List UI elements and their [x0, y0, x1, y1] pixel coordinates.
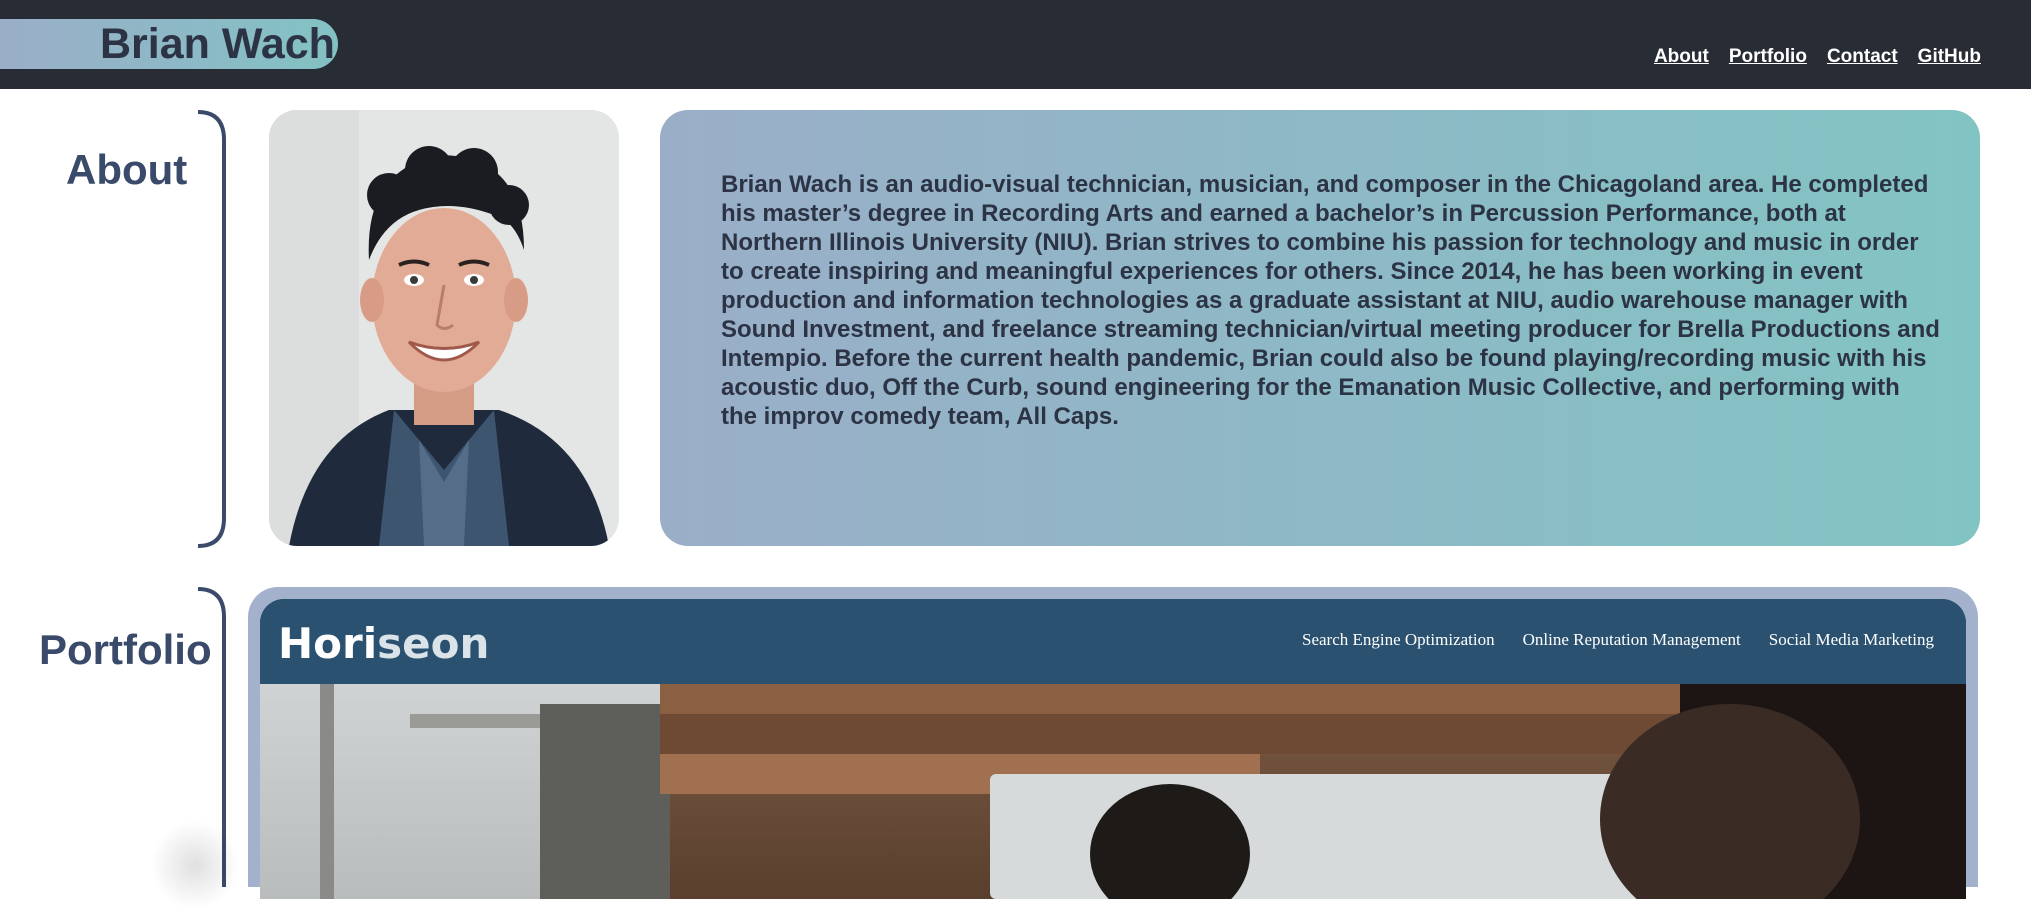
about-section-title: About	[66, 146, 188, 193]
project-nav-seo[interactable]: Search Engine Optimization	[1302, 630, 1495, 650]
project-hero-image	[260, 684, 1966, 899]
project-header-bar: Horiseon Search Engine Optimization Onli…	[260, 599, 1966, 684]
profile-photo	[269, 110, 619, 546]
decorative-glow	[150, 820, 240, 910]
site-header: Brian Wach About Portfolio Contact GitHu…	[0, 0, 2031, 89]
site-logo-text: Brian Wach	[100, 20, 335, 68]
portfolio-project-card[interactable]: Horiseon Search Engine Optimization Onli…	[248, 587, 1978, 899]
portfolio-section-title: Portfolio	[39, 626, 212, 673]
nav-link-portfolio[interactable]: Portfolio	[1729, 46, 1807, 68]
main-nav: About Portfolio Contact GitHub	[1654, 46, 1981, 68]
nav-link-about[interactable]: About	[1654, 46, 1709, 68]
project-brand-part-2: seon	[377, 619, 490, 668]
logo-banner[interactable]: Brian Wach	[0, 19, 338, 69]
project-brand-part-1: Hori	[278, 619, 378, 668]
project-brand-logo: Horiseon	[278, 619, 489, 668]
nav-link-github[interactable]: GitHub	[1918, 46, 1981, 68]
about-bracket-divider	[197, 110, 226, 548]
project-nav-reputation[interactable]: Online Reputation Management	[1523, 630, 1741, 650]
nav-link-contact[interactable]: Contact	[1827, 46, 1898, 68]
project-screenshot[interactable]: Horiseon Search Engine Optimization Onli…	[260, 599, 1966, 899]
about-bio-text: Brian Wach is an audio-visual technician…	[721, 171, 1940, 430]
project-nav-social[interactable]: Social Media Marketing	[1769, 630, 1934, 650]
project-nav: Search Engine Optimization Online Reputa…	[1302, 630, 1934, 650]
about-bio-card: Brian Wach is an audio-visual technician…	[660, 110, 1980, 546]
